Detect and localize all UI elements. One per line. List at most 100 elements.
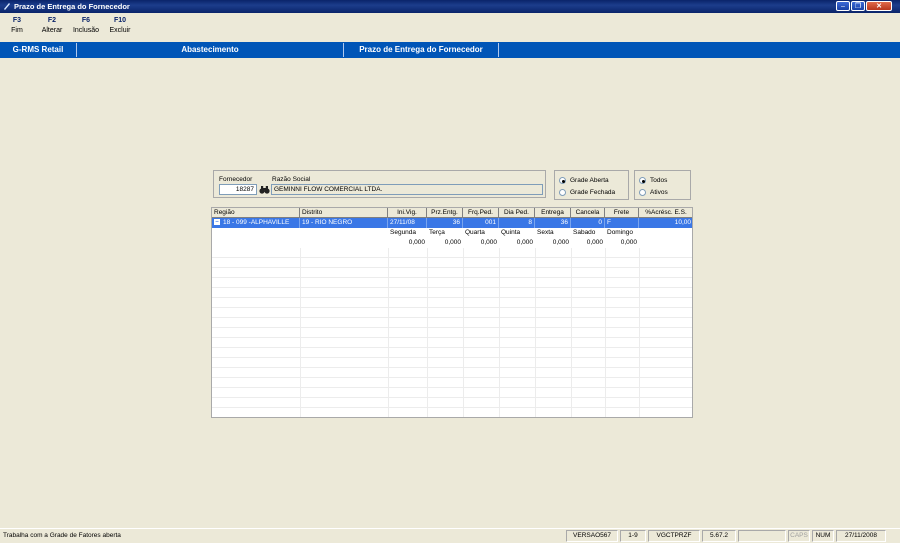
day-header: Domingo — [607, 229, 634, 236]
radio-grade-aberta[interactable]: Grade Aberta — [559, 177, 609, 184]
title-bar: Prazo de Entrega do Fornecedor – ❐ ✕ — [0, 0, 900, 13]
radio-selected-icon — [639, 177, 646, 184]
radio-ativos[interactable]: Ativos — [639, 189, 668, 196]
radio-unselected-icon — [559, 189, 566, 196]
day-header: Quarta — [465, 229, 485, 236]
cell-regiao-text: 18 - 099 -ALPHAVILLE — [223, 219, 290, 226]
col-distrito[interactable]: Distrito — [300, 208, 388, 218]
status-build: 5.67.2 — [702, 530, 736, 542]
status-caps: CAPS — [788, 530, 810, 542]
day-value[interactable]: 0,000 — [571, 238, 605, 248]
supplier-name-field: GEMINNI FLOW COMERCIAL LTDA. — [271, 184, 543, 195]
grid-vline — [499, 248, 500, 417]
fkey-fim-button[interactable]: F3 Fim — [6, 17, 28, 34]
day-value[interactable]: 0,000 — [535, 238, 571, 248]
fkey-alterar-button[interactable]: F2 Alterar — [38, 17, 66, 34]
grid-vline — [388, 248, 389, 417]
minimize-icon[interactable]: – — [836, 1, 850, 11]
radio-label: Grade Aberta — [570, 177, 609, 184]
binoculars-icon[interactable] — [259, 184, 270, 195]
fkey-code: F6 — [81, 17, 91, 24]
col-regiao[interactable]: Região — [212, 208, 300, 218]
status-bar: Trabalha com a Grade de Fatores aberta V… — [0, 528, 900, 543]
table-row-selected[interactable]: –18 - 099 -ALPHAVILLE 19 - RIO NEGRO 27/… — [212, 218, 692, 228]
radio-unselected-icon — [639, 189, 646, 196]
breadcrumb-module: Abastecimento — [181, 45, 239, 54]
status-empty — [738, 530, 786, 542]
breadcrumb-divider — [498, 43, 499, 57]
cell-acrescimo: 10,00 — [639, 218, 692, 228]
radio-label: Grade Fechada — [570, 189, 616, 196]
supplier-code-field[interactable]: 18287 — [219, 184, 257, 195]
fkey-inclusao-button[interactable]: F6 Inclusão — [70, 17, 102, 34]
day-value[interactable]: 0,000 — [605, 238, 639, 248]
grid-vline — [300, 248, 301, 417]
grid-vline — [427, 248, 428, 417]
status-message: Trabalha com a Grade de Fatores aberta — [3, 532, 121, 539]
fkey-label: Fim — [11, 27, 23, 34]
day-header: Sexta — [537, 229, 554, 236]
cell-entrega: 36 — [535, 218, 571, 228]
status-num: NUM — [812, 530, 834, 542]
day-header: Sabado — [573, 229, 596, 236]
delivery-grid[interactable]: Região Distrito Ini.Vig. Prz.Entg. Frq.P… — [211, 207, 693, 418]
day-header: Segunda — [390, 229, 417, 236]
filter-radio-group: Todos Ativos — [634, 170, 691, 200]
day-value[interactable]: 0,000 — [388, 238, 427, 248]
radio-selected-icon — [559, 177, 566, 184]
window-controls: – ❐ ✕ — [836, 1, 892, 12]
radio-label: Todos — [650, 177, 668, 184]
supplier-group: Fornecedor Razão Social 18287 GEMINNI FL… — [213, 170, 546, 198]
col-frq-ped[interactable]: Frq.Ped. — [463, 208, 499, 218]
fkey-label: Inclusão — [72, 27, 100, 34]
fkey-code: F10 — [113, 17, 127, 24]
grid-empty-rows — [212, 248, 692, 417]
restore-icon[interactable]: ❐ — [851, 1, 865, 11]
cell-dia-ped: 8 — [499, 218, 535, 228]
day-header: Terça — [429, 229, 445, 236]
fkey-code: F3 — [12, 17, 22, 24]
grid-header: Região Distrito Ini.Vig. Prz.Entg. Frq.P… — [212, 208, 692, 218]
radio-todos[interactable]: Todos — [639, 177, 667, 184]
grid-vline — [571, 248, 572, 417]
grid-vline — [535, 248, 536, 417]
collapse-icon[interactable]: – — [214, 219, 220, 226]
supplier-code-label: Fornecedor — [219, 176, 253, 183]
breadcrumb-screen: Prazo de Entrega do Fornecedor — [359, 45, 483, 54]
breadcrumb: G-RMS Retail Abastecimento Prazo de Entr… — [0, 42, 900, 58]
day-value[interactable]: 0,000 — [463, 238, 499, 248]
status-range: 1-9 — [620, 530, 646, 542]
col-dia-ped[interactable]: Dia Ped. — [499, 208, 535, 218]
fkey-code: F2 — [47, 17, 57, 24]
day-value[interactable]: 0,000 — [427, 238, 463, 248]
day-header: Quinta — [501, 229, 521, 236]
weekday-values-row: 0,000 0,000 0,000 0,000 0,000 0,000 0,00… — [212, 238, 692, 248]
fkey-label: Excluir — [109, 27, 131, 34]
main-area: Fornecedor Razão Social 18287 GEMINNI FL… — [0, 58, 900, 528]
col-frete[interactable]: Frete — [605, 208, 639, 218]
status-program: VGCTPRZF — [648, 530, 700, 542]
cell-prz-entg: 36 — [427, 218, 463, 228]
close-icon[interactable]: ✕ — [866, 1, 892, 11]
grid-vline — [463, 248, 464, 417]
fkey-excluir-button[interactable]: F10 Excluir — [106, 17, 134, 34]
col-ini-vig[interactable]: Ini.Vig. — [388, 208, 427, 218]
cell-frete: F — [605, 218, 639, 228]
cell-cancela: 0 — [571, 218, 605, 228]
window-title: Prazo de Entrega do Fornecedor — [14, 2, 130, 11]
supplier-name-label: Razão Social — [272, 176, 311, 183]
grade-radio-group: Grade Aberta Grade Fechada — [554, 170, 629, 200]
cell-ini-vig: 27/11/08 — [388, 218, 427, 228]
radio-label: Ativos — [650, 189, 668, 196]
grid-vline — [639, 248, 640, 417]
col-cancela[interactable]: Cancela — [571, 208, 605, 218]
app-icon — [4, 3, 10, 10]
status-date: 27/11/2008 — [836, 530, 886, 542]
col-prz-entg[interactable]: Prz.Entg. — [427, 208, 463, 218]
fkey-label: Alterar — [41, 27, 63, 34]
col-acrescimo[interactable]: %Acrésc. E.S. — [639, 208, 692, 218]
radio-grade-fechada[interactable]: Grade Fechada — [559, 189, 615, 196]
day-value[interactable]: 0,000 — [499, 238, 535, 248]
cell-frq-ped: 001 — [463, 218, 499, 228]
col-entrega[interactable]: Entrega — [535, 208, 571, 218]
